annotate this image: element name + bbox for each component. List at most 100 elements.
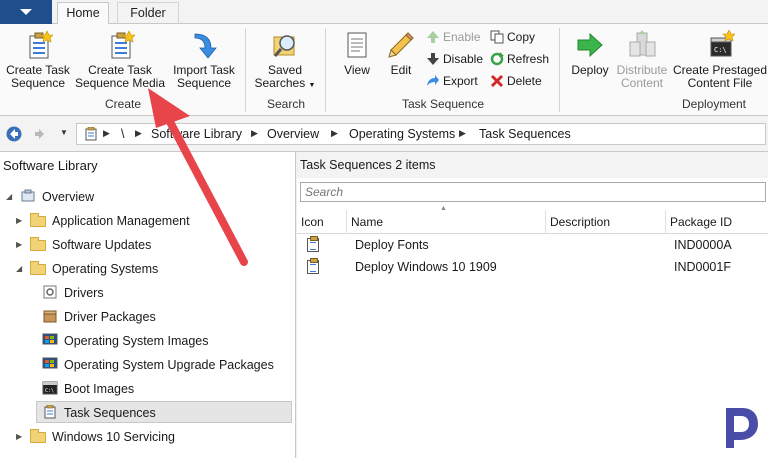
column-header-icon[interactable]: Icon [297,210,347,234]
application-menu-button[interactable] [0,0,52,24]
drivers-icon [43,285,57,299]
import-arrow-icon [194,33,217,59]
task-sequence-media-icon [111,30,135,59]
create-task-sequence-media-button[interactable]: Create Task Sequence Media [74,30,166,90]
export-button[interactable]: Export [426,72,478,90]
task-sequence-name: Deploy Fonts [355,238,429,252]
edit-button[interactable]: Edit [382,30,420,77]
svg-text:C:\: C:\ [45,388,54,394]
prestaged-content-icon: C:\ [710,30,735,57]
task-sequence-icon [29,30,53,59]
create-group-label: Create [104,97,142,111]
chevron-right-icon: ▶ [331,128,338,138]
deploy-button[interactable]: Deploy [566,30,614,77]
expand-arrow-icon[interactable]: ▶ [16,240,22,249]
os-images-icon [42,333,58,345]
task-sequence-icon [307,258,319,281]
ribbon-separator [245,28,246,112]
chevron-right-icon: ▶ [103,128,110,138]
tab-folder[interactable]: Folder [117,2,179,25]
dropdown-arrow-icon: ▼ [308,82,316,89]
breadcrumb-overview[interactable]: Overview [267,127,319,141]
copy-button[interactable]: Copy [490,28,535,46]
enable-icon [427,31,439,43]
breadcrumb-software-library[interactable]: Software Library [151,127,242,141]
breadcrumb-operating-systems[interactable]: Operating Systems [349,127,455,141]
export-icon [427,75,439,86]
os-upgrade-packages-icon [42,357,58,369]
column-header-name[interactable]: Name [347,210,546,234]
nav-item-boot-images[interactable]: C:\ Boot Images [42,378,134,400]
breadcrumb-root[interactable]: \ [121,127,124,141]
delete-icon [490,74,504,88]
tab-home[interactable]: Home [57,2,109,25]
ribbon-separator [559,28,560,112]
column-header-description[interactable]: Description [546,210,666,234]
task-sequence-package-id: IND0001F [674,260,731,274]
task-sequence-name: Deploy Windows 10 1909 [355,260,497,274]
column-header-package-id[interactable]: Package ID [666,210,768,234]
ribbon-separator [325,28,326,112]
navigation-pane: Software Library ◢ Overview ▶ Applicatio… [0,152,296,458]
boot-images-icon: C:\ [42,381,58,395]
chevron-down-icon [20,9,32,15]
ribbon-tab-bar: Home Folder [0,0,768,25]
back-arrow-icon[interactable] [6,126,22,142]
nav-item-operating-system-images[interactable]: Operating System Images [42,330,209,352]
delete-button[interactable]: Delete [490,72,542,90]
breadcrumb-task-sequences[interactable]: Task Sequences [479,127,571,141]
deploy-arrow-icon [577,32,603,58]
deployment-group-label: Deployment [681,97,747,111]
nav-item-operating-systems[interactable]: Operating Systems [30,258,158,280]
chevron-right-icon: ▶ [251,128,258,138]
view-button[interactable]: View [338,30,376,77]
expand-arrow-icon[interactable]: ▶ [16,216,22,225]
create-prestaged-content-file-button[interactable]: C:\ Create Prestaged Content File [672,30,768,90]
table-row[interactable]: Deploy Fonts IND0000A [297,234,768,256]
collapse-arrow-icon[interactable]: ◢ [6,192,12,201]
create-task-sequence-button[interactable]: Create Task Sequence [4,30,72,90]
svg-text:C:\: C:\ [714,46,727,54]
nav-item-overview[interactable]: Overview [20,186,94,208]
results-pane: Task Sequences 2 items ▲ Icon Name Descr… [297,152,768,458]
task-sequence-package-id: IND0000A [674,238,732,252]
nav-item-operating-system-upgrade-packages[interactable]: Operating System Upgrade Packages [42,354,274,376]
forward-arrow-icon[interactable] [32,126,48,142]
nav-item-software-updates[interactable]: Software Updates [30,234,151,256]
task-sequence-group-label: Task Sequence [401,97,485,111]
folder-icon [30,237,46,251]
history-dropdown-icon[interactable]: ▼ [60,128,68,137]
folder-icon [30,213,46,227]
saved-searches-button[interactable]: Saved Searches ▼ [252,30,318,92]
ribbon: Create Task Sequence Create Task Sequenc… [0,24,768,116]
refresh-button[interactable]: Refresh [490,50,549,68]
chevron-right-icon: ▶ [459,128,466,138]
disable-button[interactable]: Disable [426,50,483,68]
breadcrumb[interactable]: ▶ \ ▶ Software Library ▶ Overview ▶ Oper… [76,123,766,145]
folder-icon [30,429,46,443]
brand-logo [726,408,758,448]
task-sequence-icon [85,127,97,141]
search-input[interactable] [300,182,766,202]
folder-icon [30,261,46,275]
import-task-sequence-button[interactable]: Import Task Sequence [168,30,240,90]
table-row[interactable]: Deploy Windows 10 1909 IND0001F [297,256,768,278]
disable-icon [427,53,439,65]
expand-arrow-icon[interactable]: ▶ [16,432,22,441]
driver-packages-icon [43,310,57,323]
nav-item-task-sequences[interactable]: Task Sequences [36,401,292,423]
task-sequence-icon [44,405,56,419]
nav-item-windows-10-servicing[interactable]: Windows 10 Servicing [30,426,175,448]
column-header-row: Icon Name Description Package ID [297,210,768,234]
enable-button[interactable]: Enable [426,28,480,46]
results-header: Task Sequences 2 items [297,152,768,178]
nav-item-drivers[interactable]: Drivers [42,282,104,304]
view-icon [347,32,367,58]
pencil-icon [388,32,414,58]
navigation-pane-title: Software Library [3,158,98,173]
nav-item-application-management[interactable]: Application Management [30,210,190,232]
search-group-label: Search [266,97,306,111]
nav-item-driver-packages[interactable]: Driver Packages [42,306,156,328]
collapse-arrow-icon[interactable]: ◢ [16,264,22,273]
distribute-content-button[interactable]: Distribute Content [614,30,670,90]
